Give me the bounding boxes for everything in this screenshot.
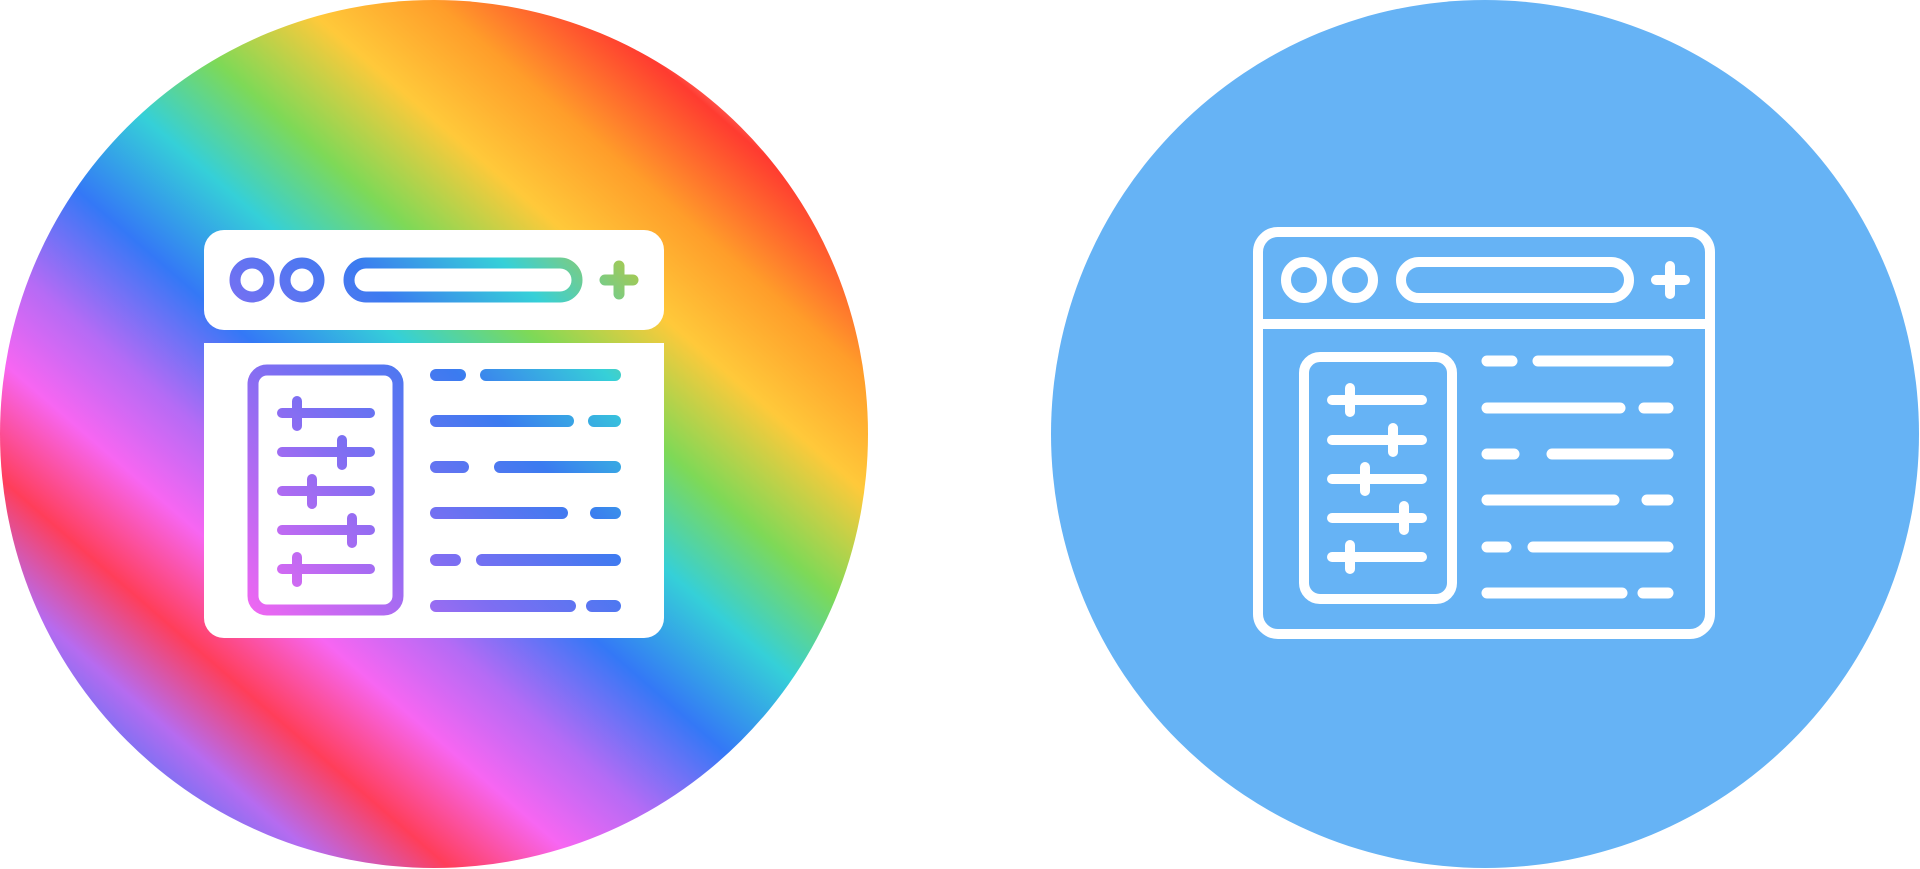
- browser-settings-icon: [0, 0, 868, 868]
- browser-settings-icon: [1051, 0, 1919, 868]
- blue-circle-background: [1051, 0, 1919, 868]
- window-body-panel: [204, 343, 664, 638]
- icon-sheet: [0, 0, 1920, 869]
